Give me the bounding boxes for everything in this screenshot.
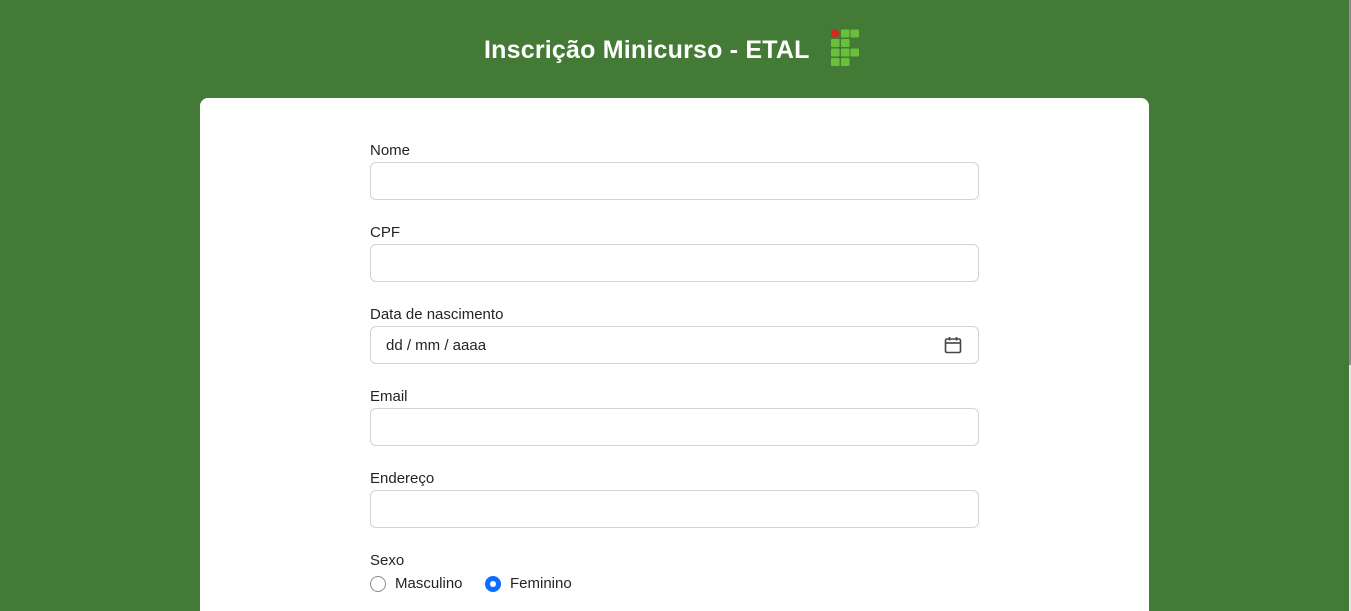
sexo-radio-group: Sexo Masculino Feminino (370, 552, 572, 594)
email-field-group: Email (370, 388, 979, 446)
radio-masculino-label[interactable]: Masculino (395, 575, 463, 593)
cpf-label: CPF (370, 224, 400, 241)
cpf-input[interactable] (370, 244, 979, 282)
calendar-icon[interactable] (944, 336, 962, 354)
email-label: Email (370, 388, 408, 405)
endereco-label: Endereço (370, 470, 435, 487)
birthdate-input[interactable]: dd / mm / aaaa (370, 326, 979, 364)
sexo-options: Masculino Feminino (370, 574, 572, 594)
endereco-input[interactable] (370, 490, 979, 528)
registration-form-card: Nome CPF Data de nascimento dd / mm / aa… (200, 98, 1149, 611)
email-input[interactable] (370, 408, 979, 446)
nome-input[interactable] (370, 162, 979, 200)
page-title: Inscrição Minicurso - ETAL (484, 36, 810, 64)
page-header: Inscrição Minicurso - ETAL (0, 0, 1349, 98)
radio-masculino[interactable] (370, 576, 386, 592)
radio-feminino[interactable] (485, 576, 501, 592)
radio-feminino-label[interactable]: Feminino (510, 575, 572, 593)
radio-option-feminino[interactable]: Feminino (485, 574, 572, 594)
nome-field-group: Nome (370, 142, 979, 200)
endereco-field-group: Endereço (370, 470, 979, 528)
radio-option-masculino[interactable]: Masculino (370, 574, 463, 594)
cpf-field-group: CPF (370, 224, 979, 282)
institute-logo-icon (831, 29, 859, 66)
sexo-label: Sexo (370, 552, 405, 569)
birthdate-placeholder: dd / mm / aaaa (386, 337, 487, 354)
birthdate-label: Data de nascimento (370, 306, 504, 323)
nome-label: Nome (370, 142, 411, 159)
birthdate-field-group: Data de nascimento dd / mm / aaaa (370, 306, 979, 364)
